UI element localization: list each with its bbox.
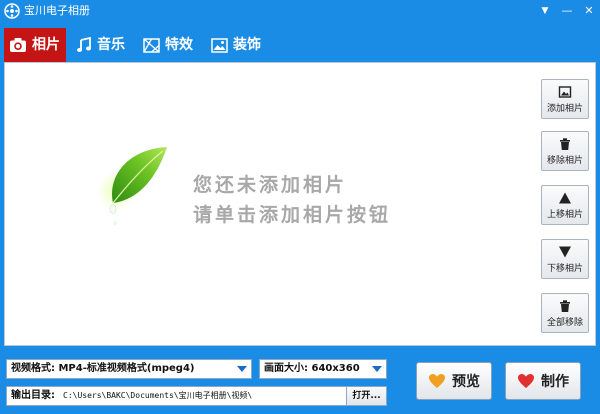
arrow-up-icon	[559, 192, 571, 204]
tab-effects[interactable]: 特效	[143, 28, 205, 62]
photo-list-panel[interactable]: 您还未添加相片 请单击添加相片按钮 添加相片 移除相片 上移相片 下移相片 全部…	[4, 62, 596, 346]
tab-bar: 相片 音乐 特效 装饰	[0, 28, 600, 62]
tab-music-label: 音乐	[97, 37, 125, 53]
output-directory-row: 输出目录: C:\Users\BAKC\Documents\宝川电子相册\视频\…	[6, 386, 387, 406]
image-icon	[211, 37, 228, 53]
preview-label: 预览	[452, 374, 480, 390]
add-photo-label: 添加相片	[546, 104, 583, 114]
remove-photo-label: 移除相片	[546, 156, 583, 166]
leaf-illustration	[97, 147, 167, 226]
move-up-label: 上移相片	[546, 210, 583, 220]
camera-icon	[10, 38, 26, 52]
tab-photos-label: 相片	[32, 37, 60, 53]
open-directory-button[interactable]: 打开...	[346, 387, 386, 405]
chevron-down-icon	[237, 366, 247, 372]
add-photo-icon	[558, 86, 572, 98]
window-title: 宝川电子相册	[24, 4, 90, 17]
close-button[interactable]: ✕	[578, 0, 600, 22]
tab-effects-label: 特效	[165, 37, 193, 53]
music-note-icon	[77, 37, 91, 52]
make-button[interactable]: 制作	[505, 362, 581, 400]
chevron-down-icon	[372, 366, 382, 372]
app-logo-icon	[4, 3, 20, 19]
move-down-label: 下移相片	[546, 264, 583, 274]
preview-button[interactable]: 预览	[416, 362, 492, 400]
frame-size-value: 画面大小: 640x360	[264, 363, 360, 374]
video-format-value: 视频格式: MP4-标准视频格式(mpeg4)	[11, 363, 195, 374]
move-down-button[interactable]: 下移相片	[541, 239, 589, 279]
move-up-button[interactable]: 上移相片	[541, 185, 589, 225]
frame-size-select[interactable]: 画面大小: 640x360	[259, 359, 387, 379]
add-photo-button[interactable]: 添加相片	[541, 79, 589, 119]
remove-all-label: 全部移除	[546, 318, 583, 328]
heart-icon	[429, 374, 445, 388]
heart-icon	[518, 374, 534, 388]
tab-photos[interactable]: 相片	[4, 28, 66, 62]
tab-decoration-label: 装饰	[233, 37, 261, 53]
remove-all-button[interactable]: 全部移除	[541, 293, 589, 333]
empty-message-primary: 您还未添加相片	[193, 174, 348, 196]
title-bar: 宝川电子相册 ▼ — ✕	[0, 0, 600, 22]
video-format-select[interactable]: 视频格式: MP4-标准视频格式(mpeg4)	[6, 359, 252, 379]
output-directory-field[interactable]: C:\Users\BAKC\Documents\宝川电子相册\视频\	[63, 387, 252, 405]
make-label: 制作	[541, 374, 569, 390]
remove-photo-button[interactable]: 移除相片	[541, 131, 589, 171]
tab-decoration[interactable]: 装饰	[211, 28, 273, 62]
trash-icon	[560, 300, 570, 312]
effects-icon	[143, 37, 160, 53]
menu-dropdown-button[interactable]: ▼	[534, 0, 556, 22]
tab-music[interactable]: 音乐	[76, 28, 138, 62]
empty-message-secondary: 请单击添加相片按钮	[193, 204, 392, 226]
minimize-button[interactable]: —	[556, 0, 578, 22]
arrow-down-icon	[559, 246, 571, 258]
trash-icon	[560, 138, 570, 150]
output-directory-label: 输出目录:	[11, 390, 55, 401]
